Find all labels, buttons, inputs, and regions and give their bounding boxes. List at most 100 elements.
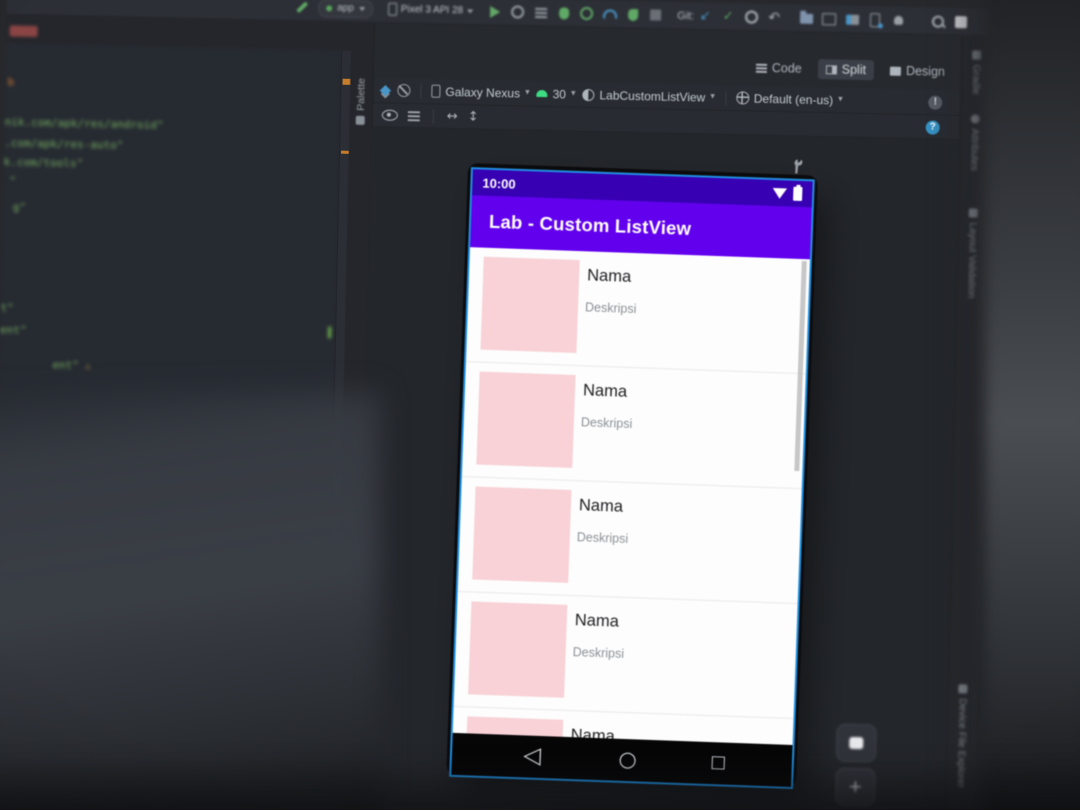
build-hammer-icon[interactable] <box>295 0 309 15</box>
component-tree-label: Component Tree <box>340 691 355 771</box>
theme-label: LabCustomListView <box>599 87 706 105</box>
git-commit-icon[interactable]: ✓ <box>721 8 735 24</box>
gradle-label: Gradle <box>969 64 982 95</box>
sidebar-item-gradle[interactable]: Gradle <box>965 50 986 95</box>
render-issues-icon[interactable]: ! <box>928 94 943 110</box>
sidebar-item-device-file-explorer[interactable]: Device File Explorer <box>950 684 972 788</box>
sidebar-item-component-tree[interactable]: Component Tree <box>336 677 360 771</box>
phone-preview[interactable]: 10:00 Lab - Custom ListView Nama Deskrip… <box>446 163 818 790</box>
list-item[interactable]: Nama Deskripsi <box>457 477 802 605</box>
api-level-selector[interactable]: 30 ▾ <box>536 86 576 102</box>
code-line: t" <box>0 301 14 315</box>
layout-inspector-icon[interactable] <box>845 11 859 27</box>
swap-vertical-icon[interactable]: ↕ <box>468 109 479 124</box>
editor-mode-tabs: Code Split Design <box>748 56 954 84</box>
menu-lines-icon <box>407 110 420 121</box>
git-history-icon[interactable] <box>744 9 758 25</box>
tab-split-label: Split <box>841 62 867 78</box>
debug-icon[interactable] <box>557 5 571 21</box>
android-studio-photo: app Pixel 3 API 28 Git: ↙ ✓ ↶ b nik.com/… <box>0 0 1080 810</box>
code-line: ent" ⚠ <box>52 358 91 373</box>
design-canvas[interactable]: 10:00 Lab - Custom ListView Nama Deskrip… <box>356 127 960 810</box>
battery-icon <box>792 186 803 202</box>
sidebar-item-palette[interactable]: Palette <box>350 78 373 125</box>
search-icon[interactable] <box>931 13 945 29</box>
apply-code-changes-icon[interactable] <box>580 5 594 21</box>
attributes-label: Attributes <box>968 128 981 171</box>
sidebar-item-attributes[interactable]: Attributes <box>964 114 985 171</box>
run-config-status-icon <box>326 4 333 11</box>
chevron-down-icon <box>467 8 474 14</box>
apply-changes-icon[interactable] <box>511 4 525 20</box>
wifi-icon <box>772 187 787 199</box>
palette-label: Palette <box>354 77 368 111</box>
item-name: Nama <box>582 381 628 401</box>
git-rollback-icon[interactable]: ↶ <box>767 9 781 25</box>
phone-icon <box>387 2 398 16</box>
theme-icon <box>582 88 595 101</box>
no-rotate-icon <box>397 83 411 98</box>
project-folder-icon[interactable] <box>799 10 813 26</box>
device-label: Pixel 3 API 28 <box>400 3 464 17</box>
item-name: Nama <box>586 266 632 286</box>
git-update-icon[interactable]: ↙ <box>698 8 712 24</box>
tab-code[interactable]: Code <box>748 58 810 79</box>
locale-selector[interactable]: Default (en-us) ▾ <box>735 91 843 107</box>
device-file-explorer-label: Device File Explorer <box>954 698 968 788</box>
code-line: nik.com/apk/res/android" <box>4 115 164 132</box>
run-config-dropdown[interactable]: app <box>317 0 374 18</box>
rendered-screen[interactable]: 10:00 Lab - Custom ListView Nama Deskrip… <box>449 167 815 790</box>
sidebar-item-layout-validation[interactable]: Layout Validation <box>961 208 983 299</box>
attach-debugger-icon[interactable] <box>626 6 640 22</box>
design-surface-button[interactable] <box>379 84 392 96</box>
run-button[interactable] <box>488 3 502 19</box>
list-item[interactable]: Nama Deskripsi <box>461 362 806 490</box>
stop-process-icon[interactable] <box>954 14 968 30</box>
zoom-to-fit-button[interactable] <box>835 723 877 763</box>
editor-tab[interactable] <box>9 25 38 38</box>
scrollbar-warning-marker <box>342 78 351 85</box>
code-line: b <box>7 75 15 89</box>
item-thumbnail <box>476 371 576 468</box>
stop-button[interactable] <box>649 7 663 23</box>
zoom-controls: + − <box>834 723 877 810</box>
item-description: Deskripsi <box>576 530 629 546</box>
run-list-icon[interactable] <box>534 4 548 20</box>
tab-split[interactable]: Split <box>817 59 875 81</box>
phone-icon <box>431 84 441 98</box>
tab-design[interactable]: Design <box>882 60 953 82</box>
run-config-label: app <box>337 2 354 14</box>
profiler-icon[interactable] <box>602 6 618 22</box>
notifications-bell-icon[interactable] <box>891 12 905 28</box>
device-dropdown[interactable]: Pixel 3 API 28 <box>382 0 480 20</box>
design-mode-icon <box>889 66 902 76</box>
list-item[interactable]: Nama Deskripsi <box>453 591 798 720</box>
swap-horizontal-icon[interactable]: ↔ <box>447 109 458 124</box>
component-tree-icon <box>343 677 354 688</box>
listview[interactable]: Nama Deskripsi Nama Deskripsi Nama Deskr… <box>452 247 810 746</box>
layout-validation-icon <box>968 208 978 218</box>
variants-menu-button[interactable] <box>407 110 420 121</box>
android-icon <box>536 89 548 98</box>
device-selector-label: Galaxy Nexus <box>445 84 521 101</box>
device-manager-icon[interactable] <box>868 12 882 28</box>
zoom-in-button[interactable]: + <box>834 767 876 807</box>
chevron-down-icon: ▾ <box>524 87 530 98</box>
view-options-button[interactable] <box>381 109 398 121</box>
device-selector[interactable]: Galaxy Nexus ▾ <box>431 84 530 100</box>
device-file-explorer-icon <box>957 684 968 694</box>
close-icon[interactable] <box>45 28 51 34</box>
chevron-down-icon: ▾ <box>570 88 576 99</box>
orientation-button[interactable] <box>397 83 411 98</box>
theme-selector[interactable]: LabCustomListView ▾ <box>582 87 715 104</box>
layout-designer-panel: Code Split Design Galaxy Nexus ▾ 30 ▾ La… <box>334 22 962 810</box>
xml-code-editor[interactable]: b nik.com/apk/res/android" .com/apk/res-… <box>0 43 342 805</box>
item-name: Nama <box>574 611 620 631</box>
help-icon[interactable]: ? <box>925 119 940 135</box>
api-level-label: 30 <box>552 86 567 102</box>
render-settings-wrench-icon[interactable] <box>791 158 805 174</box>
code-line: .com/apk/res-auto" <box>4 136 124 152</box>
terminal-icon[interactable] <box>822 11 837 27</box>
list-item[interactable]: Nama Deskripsi <box>466 247 810 375</box>
gradle-icon <box>971 50 981 60</box>
